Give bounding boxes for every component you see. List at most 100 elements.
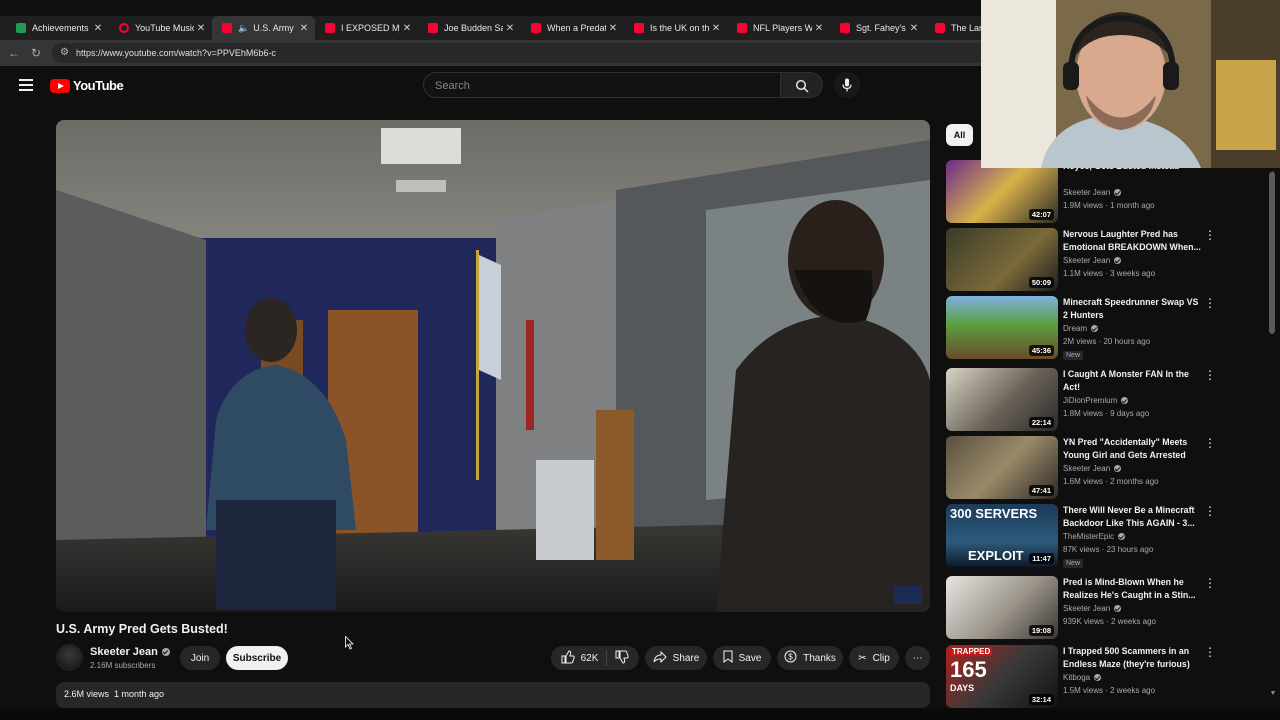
recommended-channel[interactable]: Skeeter Jean xyxy=(1063,464,1122,473)
view-stats: 2.6M views 1 month ago xyxy=(64,689,164,699)
search-button[interactable] xyxy=(781,72,823,98)
recommended-channel[interactable]: Skeeter Jean xyxy=(1063,256,1122,265)
bookmark-icon xyxy=(723,650,733,666)
more-vertical-icon[interactable]: ⋮ xyxy=(1204,436,1216,450)
video-thumbnail[interactable]: 22:14 xyxy=(946,368,1058,431)
browser-tab[interactable]: Is the UK on the ✕ xyxy=(624,16,727,40)
browser-tab[interactable]: Sgt. Fahey's "Bro✕ xyxy=(830,16,925,40)
tab-close-icon[interactable]: ✕ xyxy=(91,23,105,34)
recommended-video[interactable]: 47:41 YN Pred "Accidentally" Meets Young … xyxy=(946,436,1216,500)
chip-all[interactable]: All xyxy=(946,124,973,146)
browser-tab[interactable]: 🔈 U.S. Army Pr✕ xyxy=(212,16,315,40)
more-vertical-icon[interactable]: ⋮ xyxy=(1204,368,1216,382)
video-thumbnail[interactable]: 50:09 xyxy=(946,228,1058,291)
recommended-video[interactable]: 45:36 Minecraft Speedrunner Swap VS 2 Hun… xyxy=(946,296,1216,360)
more-vertical-icon[interactable]: ⋮ xyxy=(1204,296,1216,310)
video-thumbnail[interactable]: 42:07 xyxy=(946,160,1058,223)
upload-age: 1 month ago xyxy=(114,689,165,699)
more-vertical-icon[interactable]: ⋮ xyxy=(1204,228,1216,242)
recommended-video[interactable]: 50:09 Nervous Laughter Pred has Emotional… xyxy=(946,228,1216,292)
microphone-icon xyxy=(842,78,852,92)
recommended-video-title[interactable]: There Will Never Be a Minecraft Backdoor… xyxy=(1063,504,1201,530)
recommended-video-meta: 2M views · 20 hours ago xyxy=(1063,337,1151,346)
recommended-channel[interactable]: TheMisterEpic xyxy=(1063,532,1126,541)
recommended-video-title[interactable]: YN Pred "Accidentally" Meets Young Girl … xyxy=(1063,436,1201,462)
recommended-video[interactable]: 300 SERVERS EXPLOIT 11:47 There Will Never … xyxy=(946,504,1216,568)
thanks-button[interactable]: $ Thanks xyxy=(777,646,843,670)
recommended-video-title[interactable]: I Trapped 500 Scammers in an Endless Maz… xyxy=(1063,645,1201,671)
more-actions-button[interactable]: ⋯ xyxy=(905,646,930,670)
tab-close-icon[interactable]: ✕ xyxy=(194,23,208,34)
video-frame xyxy=(56,120,930,612)
video-thumbnail[interactable]: 47:41 xyxy=(946,436,1058,499)
channel-avatar[interactable] xyxy=(56,644,83,671)
browser-tab[interactable]: The Land xyxy=(925,16,985,40)
save-button[interactable]: Save xyxy=(713,646,771,670)
verified-badge-icon xyxy=(1114,465,1122,472)
scrollbar-thumb[interactable] xyxy=(1269,172,1275,334)
youtube-logo[interactable]: YouTube xyxy=(50,78,124,93)
thanks-icon: $ xyxy=(784,650,797,666)
recommended-channel-name: Skeeter Jean xyxy=(1063,256,1111,265)
join-button[interactable]: Join xyxy=(180,646,220,670)
video-thumbnail[interactable]: 19:08 xyxy=(946,576,1058,639)
recommended-video-title[interactable]: Minecraft Speedrunner Swap VS 2 Hunters xyxy=(1063,296,1201,322)
browser-tab[interactable]: I EXPOSED My Bo✕ xyxy=(315,16,418,40)
browser-tab[interactable]: NFL Players Who✕ xyxy=(727,16,830,40)
tab-label: Is the UK on the xyxy=(650,23,709,33)
more-vertical-icon[interactable]: ⋮ xyxy=(1204,504,1216,518)
tab-close-icon[interactable]: ✕ xyxy=(812,23,826,34)
dislike-icon[interactable] xyxy=(615,650,630,667)
recommended-video-title[interactable]: Pred is Mind-Blown When he Realizes He's… xyxy=(1063,576,1201,602)
scroll-down-icon[interactable]: ▼ xyxy=(1268,690,1278,698)
video-thumbnail[interactable]: 45:36 xyxy=(946,296,1058,359)
tab-close-icon[interactable]: ✕ xyxy=(606,23,620,34)
browser-tab[interactable]: When a Predator✕ xyxy=(521,16,624,40)
recommended-video[interactable]: 19:08 Pred is Mind-Blown When he Realizes… xyxy=(946,576,1216,640)
video-player[interactable] xyxy=(56,120,930,612)
tab-close-icon[interactable]: ✕ xyxy=(907,23,921,34)
recommended-channel[interactable]: Dream xyxy=(1063,324,1099,333)
tab-close-icon[interactable]: ✕ xyxy=(709,23,723,34)
recommended-channel[interactable]: JiDionPremium xyxy=(1063,396,1129,405)
video-duration: 42:07 xyxy=(1028,209,1054,220)
browser-tab[interactable]: Joe Budden Salut✕ xyxy=(418,16,521,40)
site-info-icon[interactable]: ⚙ xyxy=(60,47,69,58)
tab-close-icon[interactable]: ✕ xyxy=(297,23,311,34)
reload-icon[interactable]: ↻ xyxy=(28,45,44,61)
search-input[interactable]: Search xyxy=(423,72,781,98)
like-icon[interactable] xyxy=(561,649,575,667)
browser-tab[interactable]: Achievements - K✕ xyxy=(6,16,109,40)
more-vertical-icon[interactable]: ⋮ xyxy=(1204,645,1216,659)
recommended-video[interactable]: 22:14 I Caught A Monster FAN In the Act! J… xyxy=(946,368,1216,432)
recommended-video[interactable]: 42:07Royce, Gets Busted InsteadSkeeter J… xyxy=(946,160,1216,224)
like-count: 62K xyxy=(580,652,599,664)
recommended-channel[interactable]: Skeeter Jean xyxy=(1063,604,1122,613)
video-thumbnail[interactable]: TRAPPED 165 DAYS 32:14 xyxy=(946,645,1058,708)
channel-name[interactable]: Skeeter Jean xyxy=(90,646,170,658)
recommended-channel[interactable]: Skeeter Jean xyxy=(1063,188,1122,197)
clip-label: Clip xyxy=(872,652,890,664)
clip-button[interactable]: ✂ Clip xyxy=(849,646,899,670)
more-vertical-icon[interactable]: ⋮ xyxy=(1204,576,1216,590)
tab-close-icon[interactable]: ✕ xyxy=(503,23,517,34)
recommended-channel-name: TheMisterEpic xyxy=(1063,532,1115,541)
description-box[interactable]: 2.6M views 1 month ago xyxy=(56,682,930,708)
logo-text: YouTube xyxy=(73,78,124,93)
tab-close-icon[interactable]: ✕ xyxy=(400,23,414,34)
webcam-frame xyxy=(981,0,1280,168)
browser-tab[interactable]: YouTube Music ✕ xyxy=(109,16,212,40)
video-thumbnail[interactable]: 300 SERVERS EXPLOIT 11:47 xyxy=(946,504,1058,567)
recommended-video-title[interactable]: I Caught A Monster FAN In the Act! xyxy=(1063,368,1201,394)
recommended-channel[interactable]: Kitboga xyxy=(1063,673,1102,682)
scissors-icon: ✂ xyxy=(858,652,867,664)
webcam-overlay xyxy=(981,0,1280,168)
recommended-video-title[interactable]: Nervous Laughter Pred has Emotional BREA… xyxy=(1063,228,1201,254)
voice-search-button[interactable] xyxy=(834,72,860,98)
share-button[interactable]: Share xyxy=(645,646,707,670)
speaker-icon[interactable]: 🔈 xyxy=(238,23,249,34)
recommended-video[interactable]: TRAPPED 165 DAYS 32:14 I Trapped 500 Scammer… xyxy=(946,645,1216,709)
back-icon[interactable]: ← xyxy=(6,45,22,61)
hamburger-menu-icon[interactable] xyxy=(19,79,33,91)
subscribe-button[interactable]: Subscribe xyxy=(226,646,288,670)
